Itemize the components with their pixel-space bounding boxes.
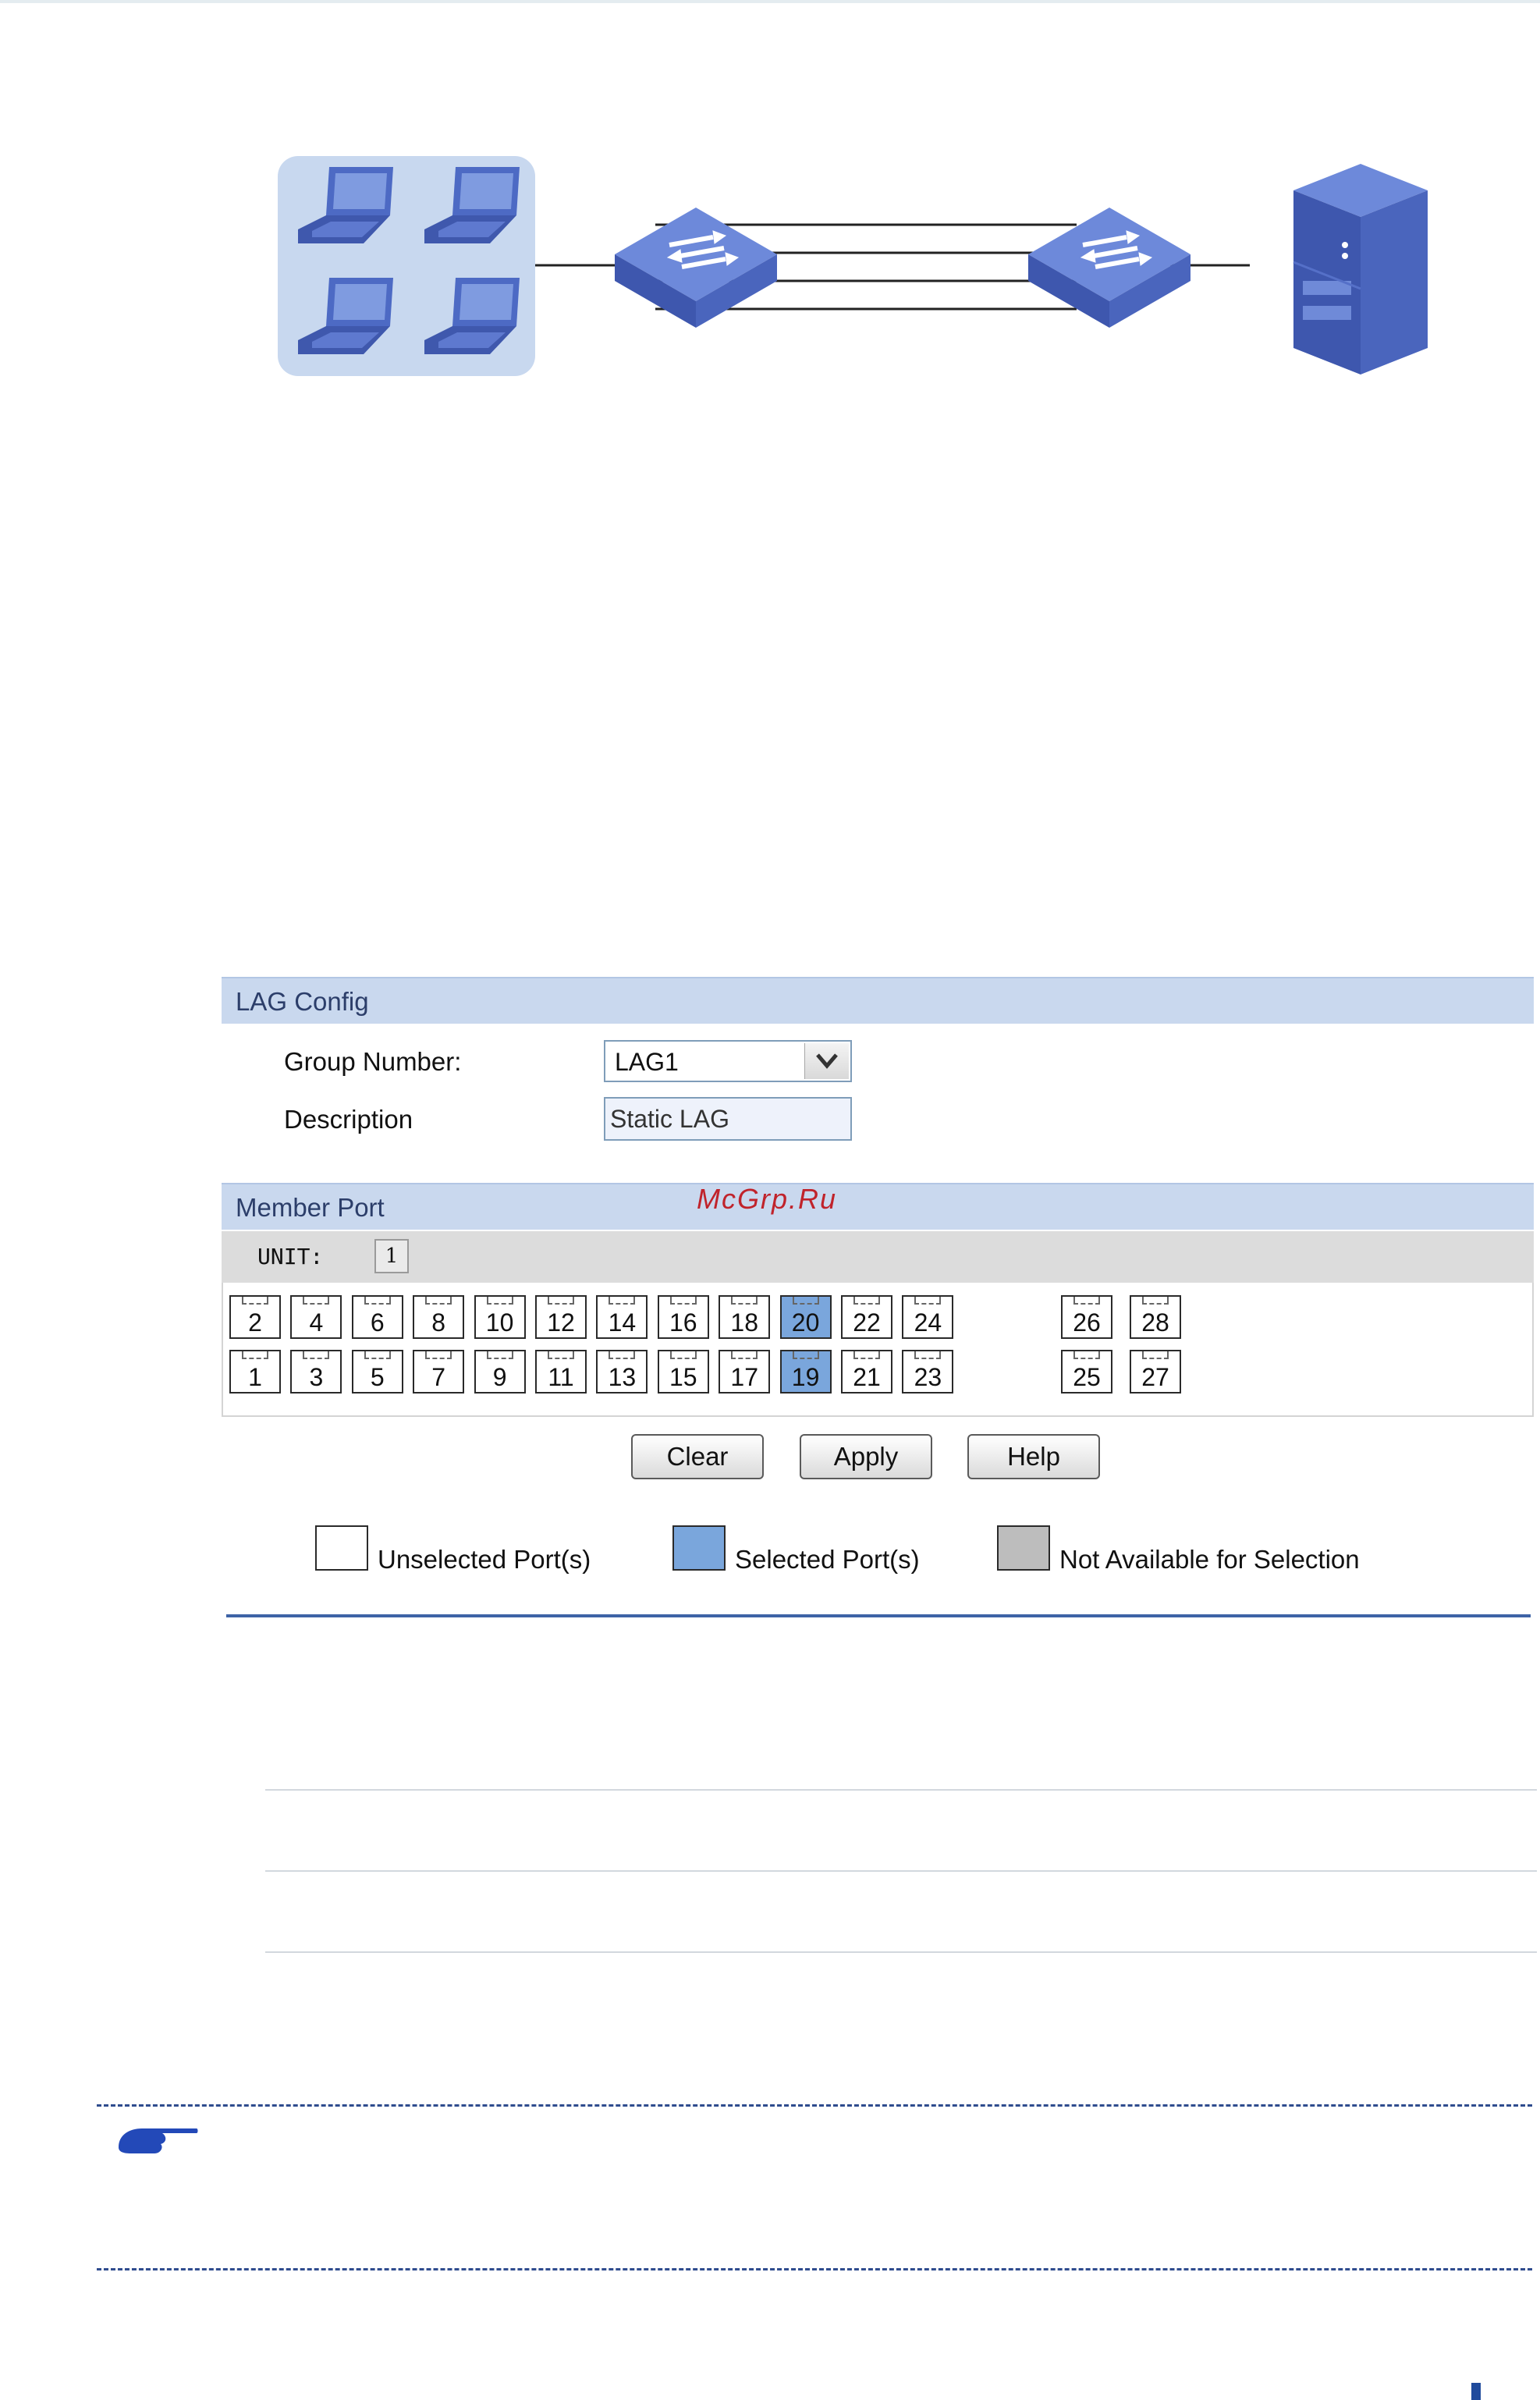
- legend-selected-label: Selected Port(s): [735, 1545, 920, 1574]
- watermark-text: McGrp.Ru: [697, 1183, 838, 1215]
- port-21[interactable]: 21: [841, 1350, 892, 1393]
- port-16[interactable]: 16: [657, 1295, 709, 1339]
- description-input[interactable]: [604, 1097, 852, 1141]
- port-25[interactable]: 25: [1061, 1350, 1112, 1393]
- port-12[interactable]: 12: [535, 1295, 587, 1339]
- port-8[interactable]: 8: [413, 1295, 465, 1339]
- port-10[interactable]: 10: [474, 1295, 526, 1339]
- chevron-down-icon[interactable]: [804, 1043, 849, 1079]
- port-6[interactable]: 6: [351, 1295, 403, 1339]
- port-13[interactable]: 13: [596, 1350, 648, 1393]
- note-pointer-icon: [119, 2128, 198, 2153]
- port-2[interactable]: 2: [229, 1295, 281, 1339]
- port-5[interactable]: 5: [351, 1350, 403, 1393]
- apply-button[interactable]: Apply: [800, 1434, 932, 1479]
- unselected-port-swatch: [315, 1525, 368, 1571]
- table-rule: [265, 1951, 1537, 1953]
- member-port-header: Member Port: [222, 1183, 1534, 1230]
- table-rule: [265, 1870, 1537, 1872]
- clear-button[interactable]: Clear: [631, 1434, 764, 1479]
- unavailable-port-swatch: [997, 1525, 1050, 1571]
- group-number-label: Group Number:: [284, 1047, 462, 1076]
- page-corner-mark: [1471, 2383, 1481, 2400]
- port-20[interactable]: 20: [779, 1295, 832, 1339]
- group-number-select[interactable]: LAG1: [604, 1040, 852, 1082]
- port-28[interactable]: 28: [1130, 1295, 1181, 1339]
- port-1[interactable]: 1: [229, 1350, 281, 1393]
- port-3[interactable]: 3: [290, 1350, 342, 1393]
- unit-label: UNIT:: [257, 1244, 324, 1269]
- port-7[interactable]: 7: [413, 1350, 465, 1393]
- selected-port-swatch: [672, 1525, 726, 1571]
- server-icon: [1293, 164, 1428, 375]
- port-4[interactable]: 4: [290, 1295, 342, 1339]
- port-27[interactable]: 27: [1130, 1350, 1181, 1393]
- unit-bar: UNIT: 1: [222, 1231, 1534, 1283]
- table-rule: [265, 1789, 1537, 1791]
- unit-selector[interactable]: 1: [374, 1239, 409, 1273]
- port-18[interactable]: 18: [719, 1295, 771, 1339]
- port-22[interactable]: 22: [841, 1295, 892, 1339]
- panel-bottom-rule: [226, 1614, 1531, 1617]
- port-26[interactable]: 26: [1061, 1295, 1112, 1339]
- help-button[interactable]: Help: [967, 1434, 1100, 1479]
- group-number-value: LAG1: [615, 1048, 679, 1076]
- legend-unavailable-label: Not Available for Selection: [1059, 1545, 1360, 1574]
- description-label: Description: [284, 1105, 413, 1134]
- port-panel: 2 4 6 8 10 12 14 16 18 20 22 24 26 28 1 3 5 7 9 11 13 15 17 19 2…: [222, 1283, 1534, 1417]
- page-top-rule: [0, 0, 1540, 3]
- port-9[interactable]: 9: [474, 1350, 526, 1393]
- port-23[interactable]: 23: [902, 1350, 954, 1393]
- legend-unselected-label: Unselected Port(s): [378, 1545, 591, 1574]
- port-11[interactable]: 11: [535, 1350, 587, 1393]
- port-15[interactable]: 15: [657, 1350, 709, 1393]
- lag-topology-diagram: [278, 156, 1428, 376]
- port-14[interactable]: 14: [596, 1295, 648, 1339]
- port-24[interactable]: 24: [902, 1295, 954, 1339]
- note-top-rule: [97, 2104, 1532, 2107]
- note-bottom-rule: [97, 2268, 1532, 2270]
- port-19[interactable]: 19: [779, 1350, 832, 1393]
- lag-config-header: LAG Config: [222, 977, 1534, 1024]
- port-17[interactable]: 17: [719, 1350, 771, 1393]
